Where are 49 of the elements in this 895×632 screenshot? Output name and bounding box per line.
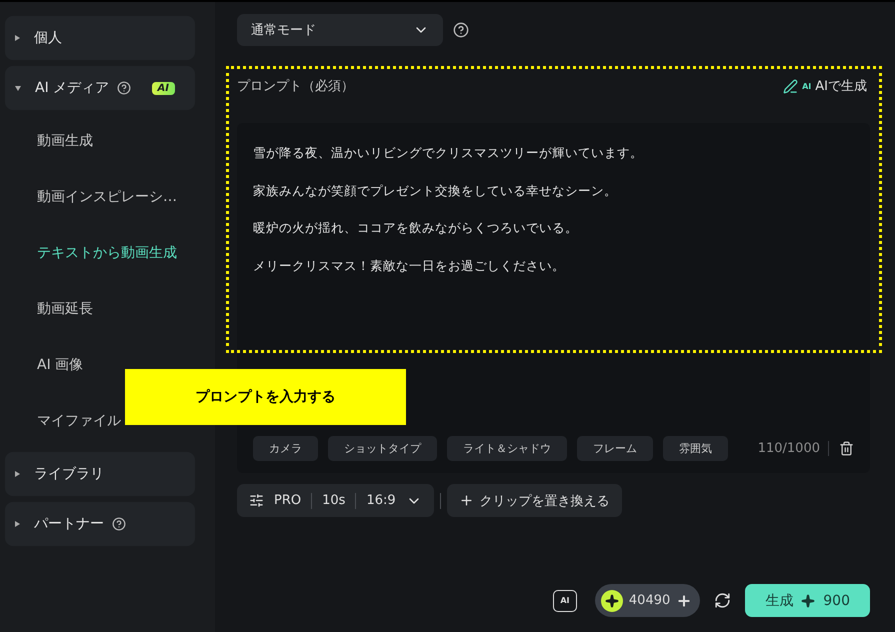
sidebar-group[interactable]: ライブラリ xyxy=(5,452,195,496)
callout-label: プロンプトを入力する xyxy=(125,369,406,425)
sidebar-group[interactable]: AI メディア AI xyxy=(5,66,195,110)
sidebar-group[interactable]: 個人 xyxy=(5,16,195,60)
prompt-line: 暖炉の火が揺れ、ココアを飲みながらくつろいでいる。 xyxy=(253,219,579,238)
help-icon[interactable] xyxy=(117,81,132,95)
credits-button[interactable]: 40490 xyxy=(594,584,700,617)
prompt-line: 雪が降る夜、温かいリビングでクリスマスツリーが輝いています。 xyxy=(253,144,644,162)
sidebar-item[interactable]: AI 画像 xyxy=(37,340,84,390)
plus-icon xyxy=(676,592,692,608)
ai-image-button[interactable]: AI xyxy=(552,590,577,612)
sparkle-coin-icon xyxy=(600,590,623,612)
sidebar-item[interactable]: 動画インスピレーシ… xyxy=(37,172,177,222)
sliders-icon xyxy=(249,493,264,508)
tag-chip[interactable]: 雰囲気 xyxy=(663,436,728,461)
tag-chip[interactable]: ショットタイプ xyxy=(328,436,437,461)
tag-chip[interactable]: カメラ xyxy=(253,436,318,461)
sidebar-item[interactable]: 動画生成 xyxy=(37,116,93,166)
pen-icon xyxy=(783,78,798,94)
help-icon[interactable] xyxy=(453,22,469,38)
duration-text: 10s xyxy=(322,493,346,508)
sidebar-item[interactable]: テキストから動画生成 xyxy=(37,228,177,278)
sparkle-icon xyxy=(801,594,816,608)
caret-icon xyxy=(15,521,20,527)
sidebar-item[interactable]: マイファイル xyxy=(37,396,121,446)
caret-icon xyxy=(15,86,21,90)
generate-button[interactable]: 生成 900 xyxy=(745,584,870,617)
sidebar-group[interactable]: パートナー xyxy=(5,502,195,546)
ai-badge: AI xyxy=(152,82,175,94)
sidebar-item[interactable]: 動画延長 xyxy=(37,284,93,334)
prompt-line: 家族みんなが笑顔でプレゼント交換をしている幸せなシーン。 xyxy=(253,182,618,200)
replace-clip-button[interactable]: クリップを置き換える xyxy=(446,484,622,517)
tag-chip[interactable]: フレーム xyxy=(577,436,653,461)
prompt-label: プロンプト（必須） xyxy=(237,78,354,95)
mode-dropdown[interactable]: 通常モード xyxy=(237,14,443,46)
trash-icon[interactable] xyxy=(839,441,854,456)
quality-text: PRO xyxy=(274,493,302,508)
refresh-icon[interactable] xyxy=(714,592,732,609)
caret-icon xyxy=(15,35,20,41)
prompt-line: メリークリスマス！素敵な一日をお過ごしください。 xyxy=(253,256,566,275)
help-icon[interactable] xyxy=(112,517,126,531)
ai-generate-button[interactable]: AI AIで生成 xyxy=(783,77,867,95)
character-count: 110/1000 xyxy=(758,441,829,456)
plus-icon xyxy=(458,493,474,508)
ratio-text: 16:9 xyxy=(366,493,396,508)
settings-button[interactable]: PRO 10s 16:9 xyxy=(237,484,434,517)
ai-label: AI xyxy=(802,82,812,90)
tag-chip[interactable]: ライト＆シャドウ xyxy=(447,436,567,461)
caret-icon xyxy=(15,471,20,477)
